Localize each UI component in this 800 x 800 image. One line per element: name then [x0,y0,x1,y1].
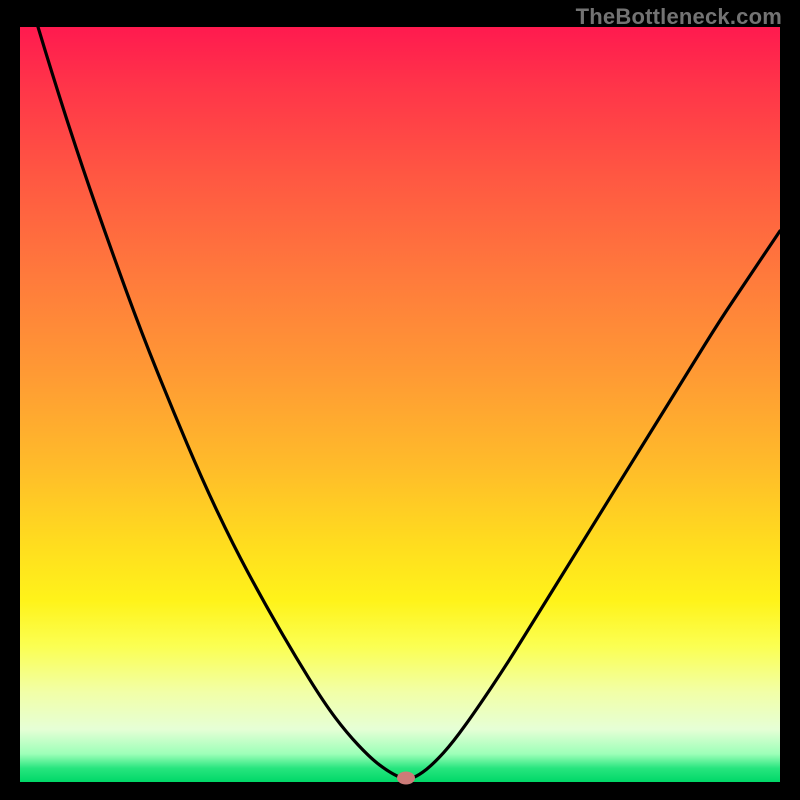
minimum-marker [397,772,415,785]
chart-frame: TheBottleneck.com [0,0,800,800]
plot-area [20,27,780,782]
watermark-text: TheBottleneck.com [576,4,782,30]
gradient-background [20,27,780,782]
